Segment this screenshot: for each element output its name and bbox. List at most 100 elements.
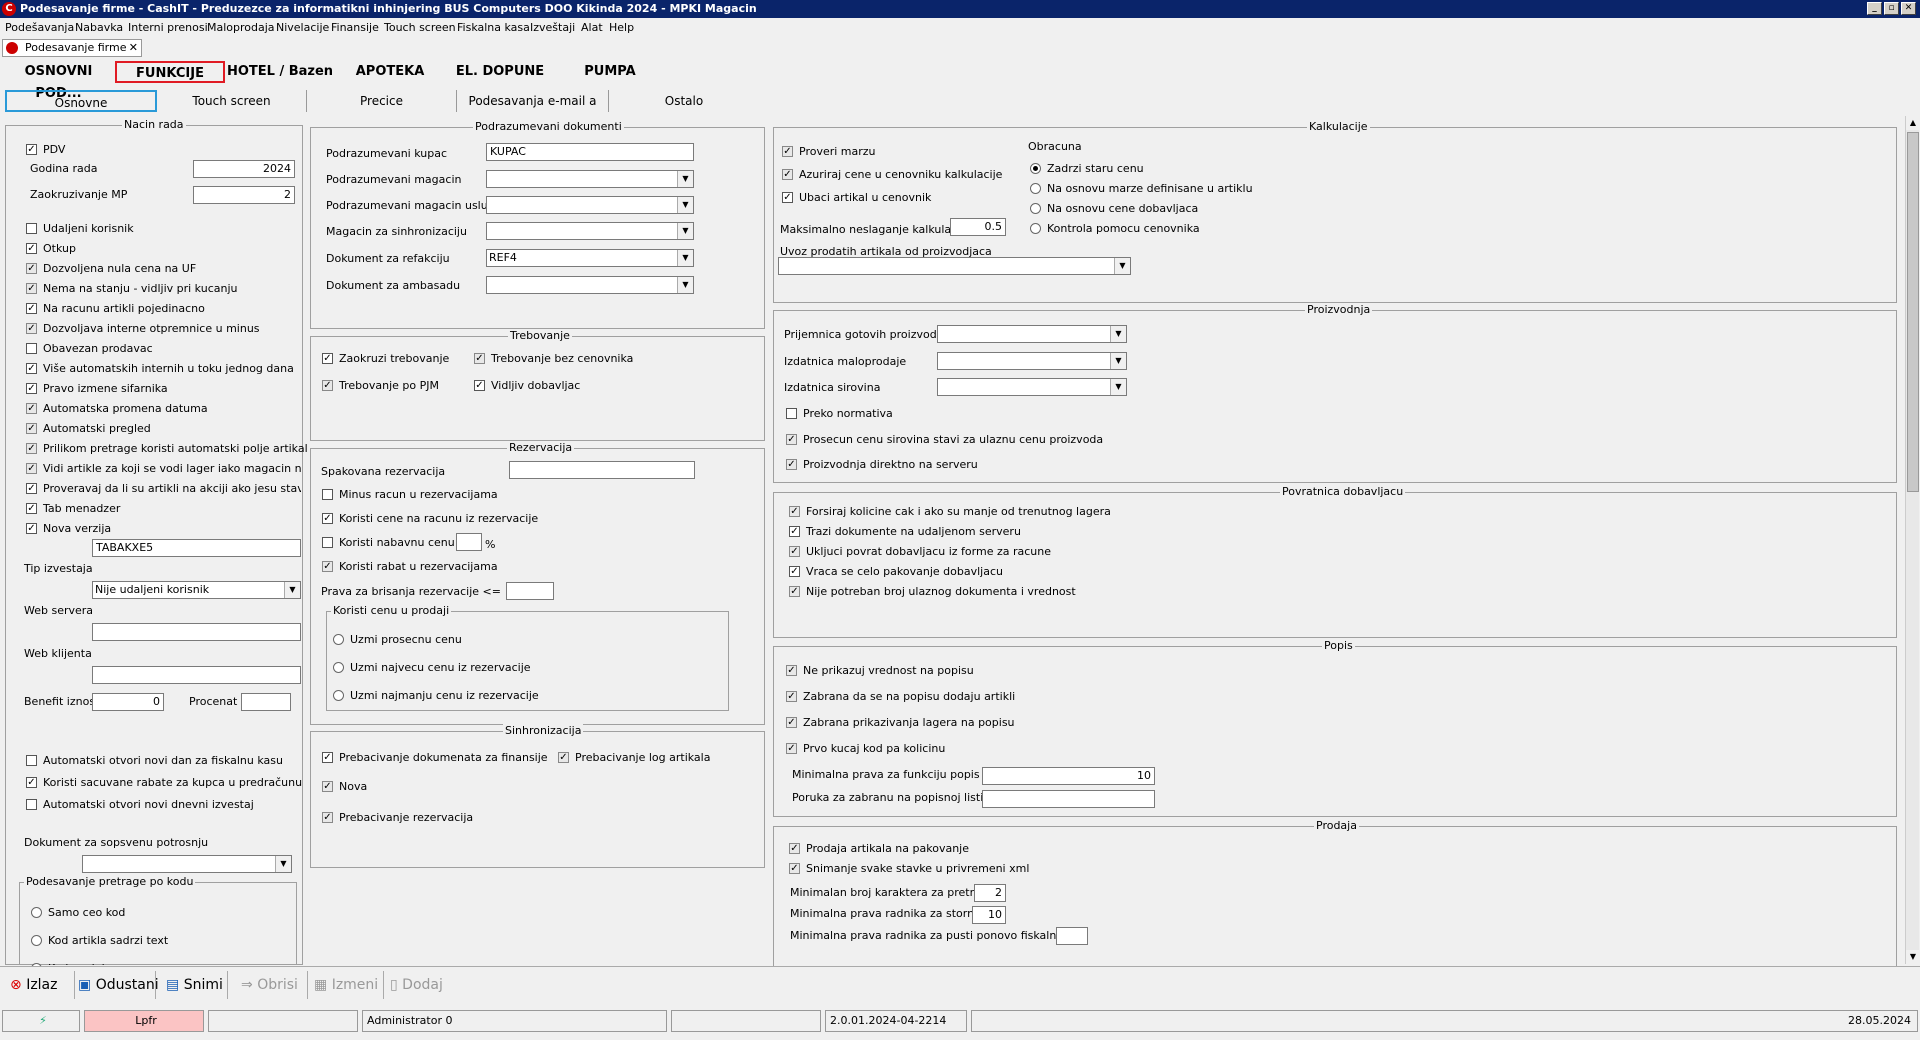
dodaj-button[interactable]: ▯ Dodaj: [390, 971, 456, 999]
tab-el-dopune[interactable]: EL. DOPUNE: [445, 61, 555, 83]
tab-menadzer-checkbox[interactable]: ✓: [26, 503, 37, 514]
kupac-input[interactable]: KUPAC: [486, 143, 694, 161]
menu-touch-screen[interactable]: Touch screen: [384, 21, 456, 34]
azuriraj-cene-checkbox[interactable]: ✓: [782, 169, 793, 180]
godina-input[interactable]: 2024: [193, 160, 295, 178]
chevron-down-icon[interactable]: ▼: [1110, 353, 1126, 369]
min-storno-input[interactable]: 10: [972, 906, 1006, 924]
ne-prikazuj-vrednost-checkbox[interactable]: ✓: [786, 665, 797, 676]
chevron-down-icon[interactable]: ▼: [677, 250, 693, 266]
web-servera-input[interactable]: [92, 623, 301, 641]
ambasada-select[interactable]: ▼: [486, 276, 694, 294]
fiskalna-dan-checkbox[interactable]: [26, 755, 37, 766]
vise-internih-checkbox[interactable]: ✓: [26, 363, 37, 374]
minimize-button[interactable]: _: [1867, 2, 1882, 15]
magacin-select[interactable]: ▼: [486, 170, 694, 188]
close-button[interactable]: ✕: [1901, 2, 1916, 15]
maximize-button[interactable]: ▫: [1884, 2, 1899, 15]
izdatnica-sirovina-select[interactable]: ▼: [937, 378, 1127, 396]
maks-neslaganje-input[interactable]: 0.5: [950, 218, 1006, 236]
uvoz-select[interactable]: ▼: [778, 257, 1131, 275]
prebacivanje-rezervacija-checkbox[interactable]: ✓: [322, 812, 333, 823]
sinhro-magacin-select[interactable]: ▼: [486, 222, 694, 240]
scroll-up-icon[interactable]: ▲: [1906, 116, 1920, 130]
menu-alat[interactable]: Alat: [581, 21, 603, 34]
sacuvane-rabate-checkbox[interactable]: ✓: [26, 777, 37, 788]
dok-sops-select[interactable]: ▼: [82, 855, 292, 873]
zadrzi-staru-cenu-radio[interactable]: [1030, 163, 1041, 174]
chevron-down-icon[interactable]: ▼: [1110, 326, 1126, 342]
subtab-osnovne[interactable]: Osnovne: [5, 90, 157, 112]
subtab-email[interactable]: Podesavanja e-mail a: [457, 90, 609, 112]
tab-apoteka[interactable]: APOTEKA: [335, 61, 445, 83]
forsiraj-kolicine-checkbox[interactable]: ✓: [789, 506, 800, 517]
menu-help[interactable]: Help: [609, 21, 634, 34]
prava-brisanja-input[interactable]: [506, 582, 554, 600]
odustani-button[interactable]: ▣ Odustani: [78, 971, 159, 999]
menu-maloprodaja[interactable]: Maloprodaja: [207, 21, 275, 34]
menu-izvestaji[interactable]: Izveštaji: [530, 21, 575, 34]
ubaci-artikal-checkbox[interactable]: ✓: [782, 192, 793, 203]
zabrana-lagera-checkbox[interactable]: ✓: [786, 717, 797, 728]
chevron-down-icon[interactable]: ▼: [284, 582, 300, 598]
direktno-server-checkbox[interactable]: ✓: [786, 459, 797, 470]
nabavna-cena-input[interactable]: [456, 533, 482, 551]
min-karaktera-input[interactable]: 2: [974, 884, 1006, 902]
procenat-input[interactable]: [241, 693, 291, 711]
web-klijenta-input[interactable]: [92, 666, 301, 684]
otkup-checkbox[interactable]: ✓: [26, 243, 37, 254]
dnevni-izvestaj-checkbox[interactable]: [26, 799, 37, 810]
menu-podesavanja[interactable]: Podešavanja: [5, 21, 74, 34]
tab-osnovni[interactable]: OSNOVNI POD...: [2, 61, 115, 101]
obrisi-button[interactable]: ⇒ Obrisi: [241, 971, 308, 999]
izmeni-button[interactable]: ▦ Izmeni: [314, 971, 384, 999]
prosecna-cena-radio[interactable]: [333, 634, 344, 645]
version-input[interactable]: TABAKXE5: [92, 539, 301, 557]
poruka-input[interactable]: [982, 790, 1155, 808]
prosecna-sirovina-checkbox[interactable]: ✓: [786, 434, 797, 445]
menu-nabavka[interactable]: Nabavka: [75, 21, 123, 34]
menu-nivelacije[interactable]: Nivelacije: [276, 21, 329, 34]
vidi-artikle-checkbox[interactable]: ✓: [26, 463, 37, 474]
chevron-down-icon[interactable]: ▼: [677, 171, 693, 187]
udaljeni-checkbox[interactable]: [26, 223, 37, 234]
automatski-pregled-checkbox[interactable]: ✓: [26, 423, 37, 434]
promena-datuma-checkbox[interactable]: ✓: [26, 403, 37, 414]
prvo-kod-checkbox[interactable]: ✓: [786, 743, 797, 754]
min-popis-input[interactable]: 10: [982, 767, 1155, 785]
benefit-input[interactable]: 0: [92, 693, 164, 711]
pretraga-artikal-checkbox[interactable]: ✓: [26, 443, 37, 454]
cene-na-racunu-checkbox[interactable]: ✓: [322, 513, 333, 524]
ukljuci-povrat-checkbox[interactable]: ✓: [789, 546, 800, 557]
menu-finansije[interactable]: Finansije: [331, 21, 379, 34]
nula-cena-checkbox[interactable]: ✓: [26, 263, 37, 274]
celo-pakovanje-checkbox[interactable]: ✓: [789, 566, 800, 577]
refakcija-select[interactable]: REF4 ▼: [486, 249, 694, 267]
scroll-thumb[interactable]: [1907, 132, 1919, 492]
bez-cenovnika-checkbox[interactable]: ✓: [474, 353, 485, 364]
pdv-checkbox[interactable]: ✓: [26, 144, 37, 155]
minus-racun-checkbox[interactable]: [322, 489, 333, 500]
samo-ceo-kod-radio[interactable]: [31, 907, 42, 918]
magacin-usluga-select[interactable]: ▼: [486, 196, 694, 214]
preko-normativa-checkbox[interactable]: [786, 408, 797, 419]
chevron-down-icon[interactable]: ▼: [677, 197, 693, 213]
pojedinacno-checkbox[interactable]: ✓: [26, 303, 37, 314]
chevron-down-icon[interactable]: ▼: [677, 277, 693, 293]
document-tab[interactable]: Podesavanje firme ✕: [2, 39, 142, 57]
nabavna-cena-checkbox[interactable]: [322, 537, 333, 548]
zaok-input[interactable]: 2: [193, 186, 295, 204]
prodavac-checkbox[interactable]: [26, 343, 37, 354]
subtab-ostalo[interactable]: Ostalo: [609, 90, 759, 112]
prebacivanje-finansije-checkbox[interactable]: ✓: [322, 752, 333, 763]
close-tab-icon[interactable]: ✕: [129, 40, 138, 56]
nema-na-stanju-checkbox[interactable]: ✓: [26, 283, 37, 294]
chevron-down-icon[interactable]: ▼: [677, 223, 693, 239]
zaokruzi-trebovanje-checkbox[interactable]: ✓: [322, 353, 333, 364]
snimanje-xml-checkbox[interactable]: ✓: [789, 863, 800, 874]
izlaz-button[interactable]: ⊗ Izlaz: [10, 971, 75, 999]
bez-broja-checkbox[interactable]: ✓: [789, 586, 800, 597]
rabat-rezervacija-checkbox[interactable]: ✓: [322, 561, 333, 572]
chevron-down-icon[interactable]: ▼: [1114, 258, 1130, 274]
najmanja-cena-radio[interactable]: [333, 690, 344, 701]
